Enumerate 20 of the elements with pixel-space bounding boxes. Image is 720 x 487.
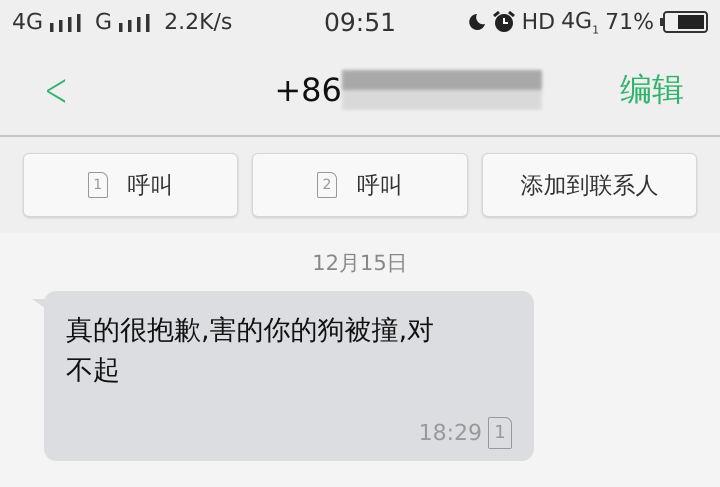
- sim-card-icon: 1: [488, 417, 512, 449]
- add-contact-button[interactable]: 添加到联系人: [482, 153, 697, 217]
- battery-percent: 71%: [605, 10, 654, 35]
- sim-card-icon: 1: [88, 172, 108, 198]
- message-text: 真的很抱歉,害的你的狗被撞,对不起: [66, 314, 436, 388]
- data-speed: 2.2K/s: [164, 10, 232, 35]
- clock: 09:51: [324, 8, 396, 37]
- network-type: 4G$_{1}$: [561, 8, 600, 36]
- network-type: G: [95, 10, 112, 35]
- call-button[interactable]: 1 呼叫: [23, 153, 238, 217]
- network-type: 4G: [12, 10, 44, 35]
- alarm-icon: [492, 10, 516, 34]
- moon-icon: [468, 13, 486, 32]
- date-label: 12月15日: [311, 250, 409, 277]
- call-button[interactable]: 2 呼叫: [252, 153, 468, 217]
- hd-indicator: HD: [522, 10, 556, 35]
- sim-card-icon: 2: [316, 172, 337, 198]
- phone-number: +86: [274, 71, 342, 109]
- battery-icon: [660, 11, 708, 34]
- message-time: 18:29: [418, 420, 482, 446]
